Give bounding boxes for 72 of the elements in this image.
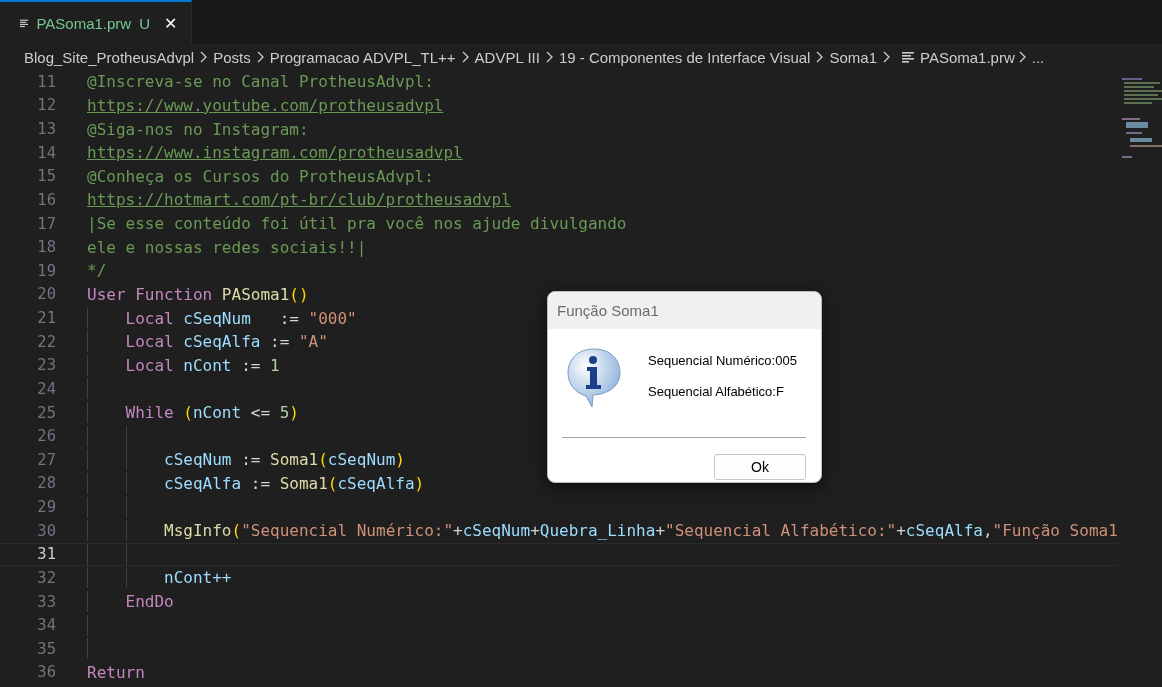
line-number: 14 <box>36 143 56 162</box>
code-line: |Se esse conteúdo foi útil pra você nos ajude divulgando <box>87 214 627 234</box>
line-number: 13 <box>36 120 56 139</box>
breadcrumb-item[interactable]: Blog_Site_ProtheusAdvpl <box>24 48 195 66</box>
close-button[interactable]: ✕ <box>162 13 179 33</box>
ok-button[interactable]: Ok <box>714 454 806 480</box>
breadcrumb-item[interactable]: ADVPL III <box>474 48 540 66</box>
line-number: 16 <box>36 190 56 209</box>
git-status: U <box>139 14 150 32</box>
dialog-title: Função Soma1 <box>557 302 659 319</box>
code-line: Local nCont := 1 <box>87 355 280 375</box>
file-icon <box>902 51 914 63</box>
info-icon <box>566 347 622 409</box>
code-link[interactable]: https://www.youtube.com/protheusadvpl <box>87 95 444 115</box>
line-number: 29 <box>36 498 56 517</box>
code-line: Local cSeqNum := "000" <box>87 308 357 328</box>
line-number: 35 <box>36 639 56 658</box>
tab-label: PASoma1.prw <box>36 14 132 32</box>
code-link[interactable]: https://www.instagram.com/protheusadvpl <box>87 143 463 163</box>
code-line: @Inscreva-se no Canal ProtheusAdvpl: <box>87 72 434 92</box>
line-number: 12 <box>36 96 56 115</box>
line-number: 31 <box>36 545 56 564</box>
code-line: While (nCont <= 5) <box>87 403 299 423</box>
code-line: EndDo <box>87 592 174 612</box>
line-number: 23 <box>36 356 56 375</box>
chevron-icon <box>461 51 469 63</box>
breadcrumb-item[interactable]: PASoma1.prw <box>920 48 1015 66</box>
code-line: @Conheça os Cursos do ProtheusAdvpl: <box>87 166 434 186</box>
code-line: */ <box>87 261 107 281</box>
line-number: 24 <box>36 379 56 398</box>
line-number: 25 <box>36 403 56 422</box>
code-link[interactable]: https://hotmart.com/pt-br/club/protheusadvpl <box>87 190 511 210</box>
breadcrumb-item[interactable]: Soma1 <box>829 48 877 66</box>
line-number: 27 <box>36 450 56 469</box>
breadcrumb-item[interactable]: ... <box>1031 48 1045 66</box>
chevron-icon <box>883 51 890 63</box>
code-line: cSeqAlfa := Soma1(cSeqAlfa) <box>87 473 425 493</box>
breadcrumb-item[interactable]: Posts <box>213 48 251 66</box>
file-icon <box>20 17 29 29</box>
dialog-message: Sequencial Alfabético:F <box>648 384 785 399</box>
code-line: cSeqNum := Soma1(cSeqNum) <box>87 450 405 470</box>
line-number: 28 <box>36 474 56 493</box>
code-line: ele e nossas redes sociais!!| <box>87 237 367 257</box>
line-number: 15 <box>36 167 56 186</box>
line-number: 33 <box>36 592 56 611</box>
breadcrumb-item[interactable]: 19 - Componentes de Interface Visual <box>558 48 811 66</box>
line-number: 30 <box>36 521 56 540</box>
line-number: 21 <box>36 309 56 328</box>
code-line: @Siga-nos no Instagram: <box>87 119 309 139</box>
code-line: MsgInfo("Sequencial Numérico:"+cSeqNum+Quebra_Linha+"Sequencial Alfabético:"+cSeqAlfa,"Função Soma1 <box>87 521 1118 541</box>
code-line: nCont++ <box>87 568 232 588</box>
code-line: Local cSeqAlfa := "A" <box>87 332 328 352</box>
chevron-icon <box>545 51 553 63</box>
line-number: 34 <box>36 616 56 635</box>
line-number: 26 <box>36 427 56 446</box>
dialog-message: Sequencial Numérico:005 <box>648 353 797 368</box>
line-number: 17 <box>36 214 56 233</box>
editor-tab[interactable]: PASoma1.prw U ✕ <box>0 0 192 44</box>
chevron-icon <box>200 51 208 63</box>
line-number: 19 <box>36 261 56 280</box>
line-number: 18 <box>36 238 56 257</box>
line-number: 11 <box>36 72 56 91</box>
line-number: 20 <box>36 285 56 304</box>
breadcrumb-item[interactable]: Programacao ADVPL_TL++ <box>269 48 456 66</box>
line-number: 22 <box>36 332 56 351</box>
line-number: 36 <box>36 663 56 682</box>
code-line: User Function PASoma1() <box>87 284 309 304</box>
chevron-icon <box>1018 51 1026 63</box>
code-line: Return <box>87 662 145 682</box>
line-number: 32 <box>36 568 56 587</box>
chevron-icon <box>256 51 264 63</box>
chevron-icon <box>816 51 824 63</box>
